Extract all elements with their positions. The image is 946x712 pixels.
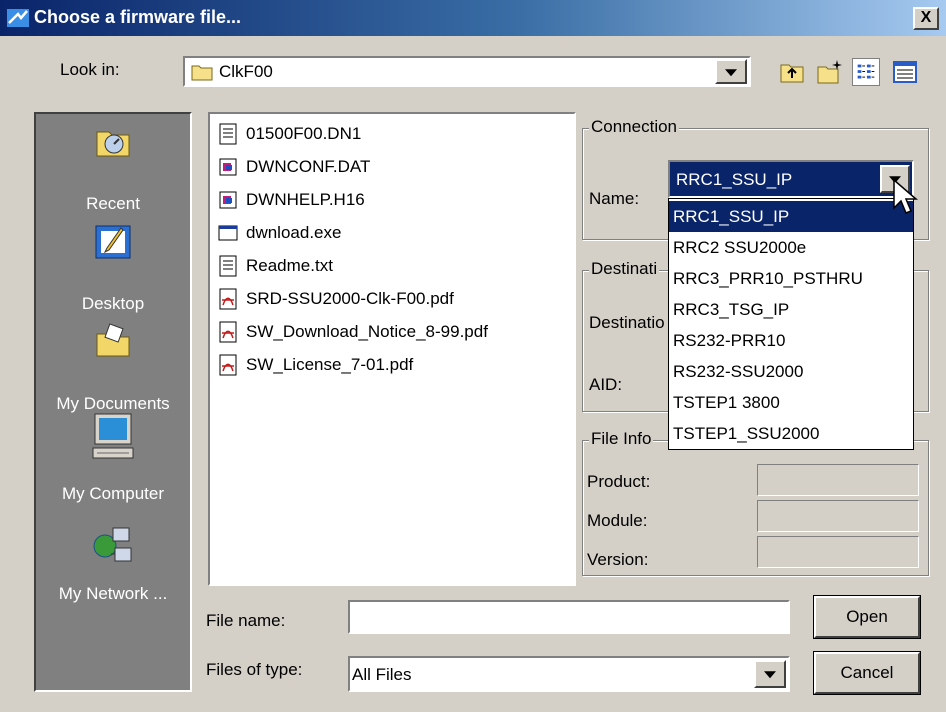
connection-legend: Connection <box>589 117 680 137</box>
place-label: My Computer <box>61 484 165 503</box>
mouse-cursor-icon <box>893 178 919 214</box>
data-file-icon <box>219 158 237 176</box>
connection-dropdown-list[interactable]: RRC1_SSU_IP RRC2 SSU2000e RRC3_PRR10_PST… <box>668 198 914 450</box>
version-field <box>757 536 919 568</box>
file-type-combo[interactable]: All Files <box>348 656 790 692</box>
file-item[interactable]: Readme.txt <box>218 253 333 279</box>
look-in-dropdown-button[interactable] <box>715 59 747 84</box>
file-type-dropdown-button[interactable] <box>754 660 786 688</box>
text-file-icon <box>219 123 237 145</box>
file-name-input[interactable] <box>348 600 790 634</box>
dropdown-option[interactable]: RS232-SSU2000 <box>669 356 913 387</box>
connection-name-combo[interactable]: RRC1_SSU_IP <box>668 160 914 198</box>
dropdown-option[interactable]: RRC3_TSG_IP <box>669 294 913 325</box>
product-field <box>757 464 919 496</box>
file-name: SW_Download_Notice_8-99.pdf <box>246 322 488 341</box>
file-item[interactable]: DWNHELP.H16 <box>218 187 365 213</box>
close-button[interactable]: X <box>913 7 939 30</box>
place-label: Desktop <box>81 294 145 313</box>
desktop-icon <box>95 225 131 259</box>
dropdown-option[interactable]: RS232-PRR10 <box>669 325 913 356</box>
my-documents-icon <box>96 323 130 357</box>
my-network-icon <box>93 527 132 562</box>
look-in-label: Look in: <box>60 60 120 79</box>
pdf-file-icon <box>219 354 237 376</box>
recent-icon <box>96 131 130 157</box>
details-view-icon[interactable] <box>891 58 919 86</box>
pdf-file-icon <box>219 288 237 310</box>
cancel-button[interactable]: Cancel <box>813 651 921 695</box>
pdf-file-icon <box>219 321 237 343</box>
file-info-group: File Info Product: Module: Version: <box>582 429 929 576</box>
file-name: dwnload.exe <box>246 223 342 242</box>
file-item[interactable]: 01500F00.DN1 <box>218 121 361 147</box>
dropdown-option[interactable]: TSTEP1_SSU2000 <box>669 418 913 449</box>
file-name: DWNHELP.H16 <box>246 190 365 209</box>
file-name: DWNCONF.DAT <box>246 157 371 176</box>
file-item[interactable]: DWNCONF.DAT <box>218 154 370 180</box>
dropdown-option[interactable]: RRC3_PRR10_PSTHRU <box>669 263 913 294</box>
app-icon <box>7 9 29 27</box>
chevron-down-icon <box>764 671 776 679</box>
file-name: 01500F00.DN1 <box>246 124 362 143</box>
module-label: Module: <box>587 511 648 530</box>
chevron-down-icon <box>725 68 737 76</box>
dropdown-option[interactable]: TSTEP1 3800 <box>669 387 913 418</box>
connection-name-value: RRC1_SSU_IP <box>676 170 793 189</box>
file-item[interactable]: SRD-SSU2000-Clk-F00.pdf <box>218 286 454 312</box>
title-bar: Choose a firmware file... <box>0 0 946 36</box>
module-field <box>757 500 919 532</box>
place-label: My Documents <box>56 394 170 413</box>
file-item[interactable]: SW_Download_Notice_8-99.pdf <box>218 319 488 345</box>
connection-name-label: Name: <box>589 189 640 208</box>
exe-file-icon <box>218 225 238 241</box>
file-name: SW_License_7-01.pdf <box>246 355 414 374</box>
text-file-icon <box>219 255 237 277</box>
file-item[interactable]: SW_License_7-01.pdf <box>218 352 413 378</box>
file-name-label: File name: <box>206 611 286 630</box>
version-label: Version: <box>587 550 649 569</box>
my-computer-icon <box>92 413 134 459</box>
list-view-icon[interactable] <box>852 58 880 86</box>
folder-icon <box>191 65 213 81</box>
file-list[interactable]: 01500F00.DN1 DWNCONF.DAT DWNHELP.H16 dwn… <box>208 112 576 586</box>
open-button[interactable]: Open <box>813 595 921 639</box>
data-file-icon <box>219 191 237 209</box>
file-item[interactable]: dwnload.exe <box>218 220 341 246</box>
file-name: SRD-SSU2000-Clk-F00.pdf <box>246 289 454 308</box>
dropdown-option[interactable]: RRC1_SSU_IP <box>669 201 913 232</box>
new-folder-icon[interactable] <box>815 58 843 86</box>
product-label: Product: <box>587 472 651 491</box>
file-info-legend: File Info <box>589 429 654 449</box>
dropdown-option[interactable]: RRC2 SSU2000e <box>669 232 913 263</box>
file-type-value: All Files <box>352 665 412 684</box>
window-title: Choose a firmware file... <box>34 7 242 27</box>
places-bar: Recent Desktop My Documents My Computer <box>34 112 192 692</box>
destination-legend: Destinati <box>589 259 660 279</box>
look-in-combo[interactable]: ClkF00 <box>183 56 751 87</box>
place-label: Recent <box>86 194 140 213</box>
file-name: Readme.txt <box>246 256 333 275</box>
file-type-label: Files of type: <box>206 660 303 679</box>
aid-label: AID: <box>589 375 623 394</box>
place-label: My Network ... <box>58 584 168 603</box>
up-folder-icon[interactable] <box>778 58 806 86</box>
look-in-value: ClkF00 <box>219 62 273 81</box>
destination-label: Destinatio <box>589 313 665 332</box>
